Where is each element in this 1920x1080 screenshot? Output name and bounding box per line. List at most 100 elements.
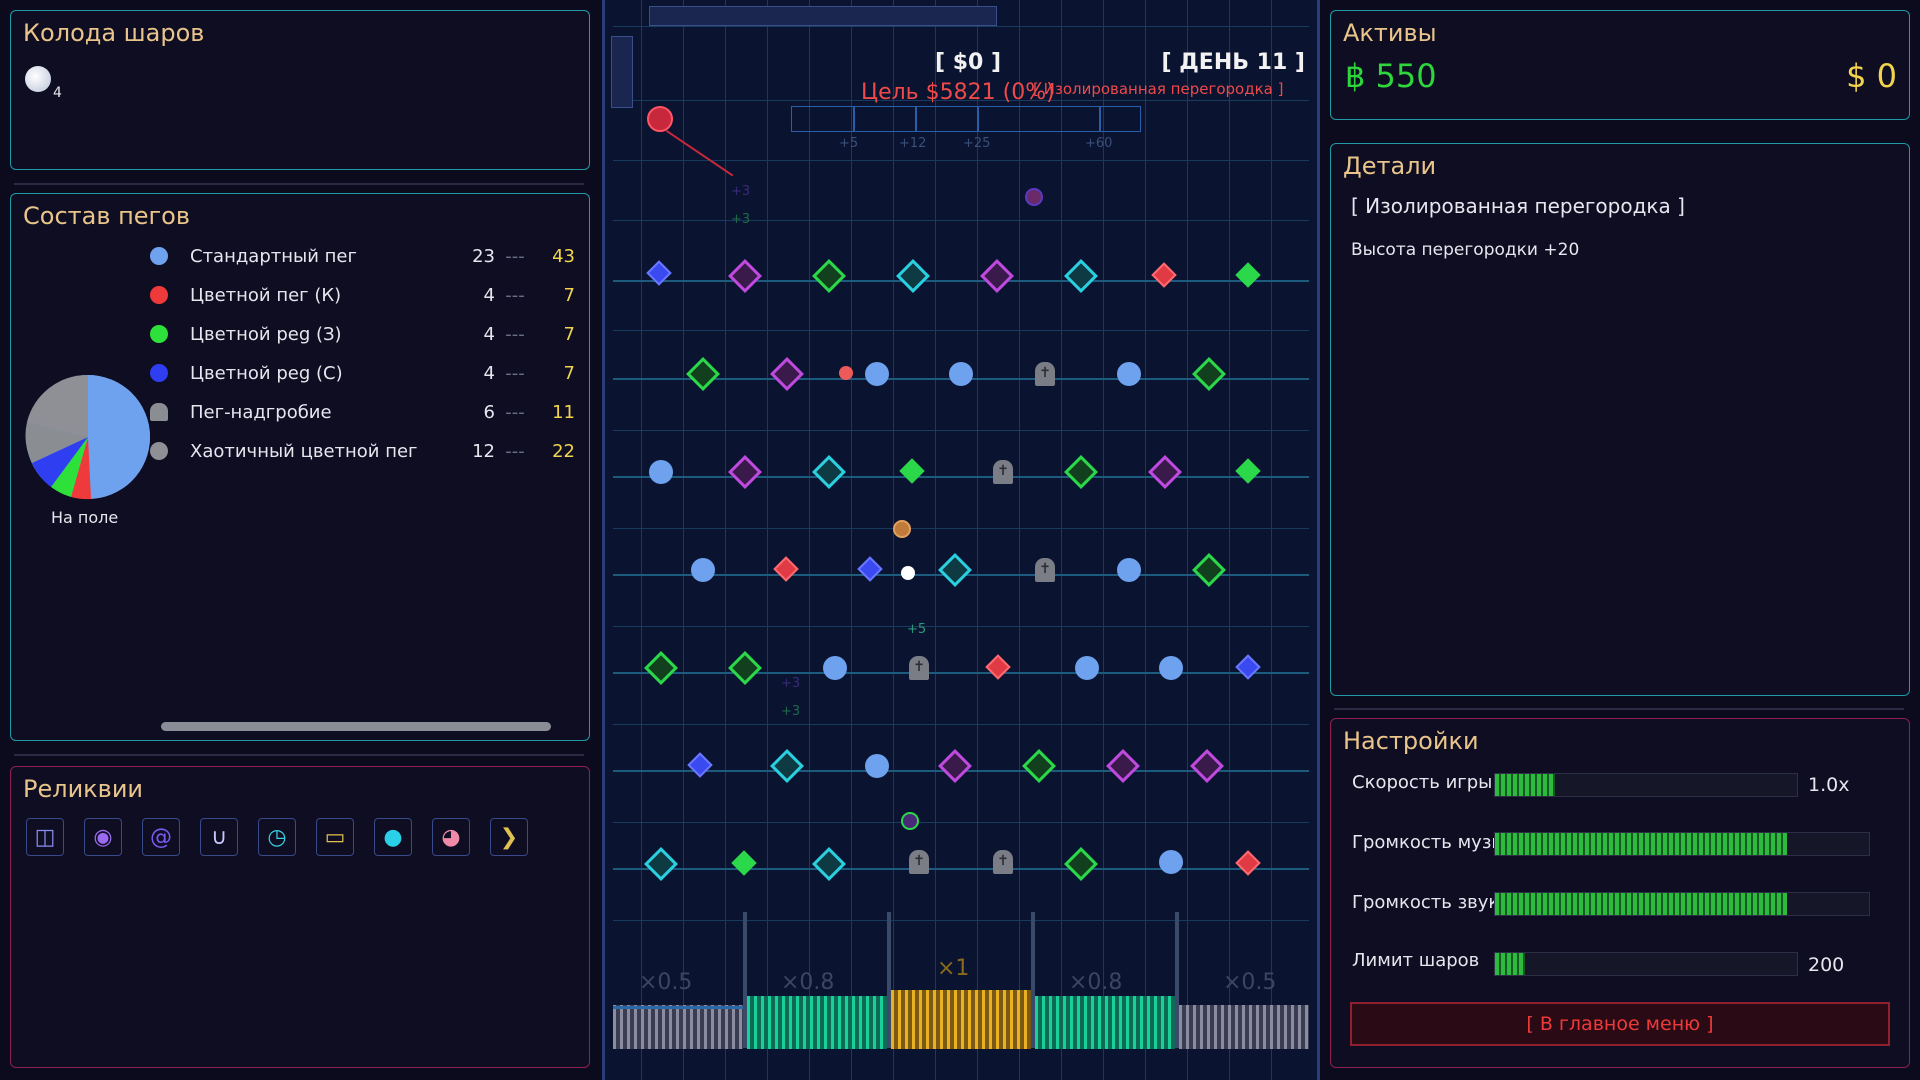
standard-peg xyxy=(1159,656,1183,680)
arrow-relic-icon[interactable]: ❯ xyxy=(490,818,528,856)
legend-name: Пег-надгробие xyxy=(190,401,332,423)
green-peg xyxy=(1064,847,1098,881)
game-speed-slider[interactable] xyxy=(1494,773,1798,797)
green-peg xyxy=(686,357,720,391)
standard-peg xyxy=(865,754,889,778)
cyan-orb-relic-icon[interactable]: ● xyxy=(374,818,412,856)
legend-dash: --- xyxy=(505,440,525,462)
grid-line xyxy=(613,220,1309,221)
grid-line xyxy=(613,672,1309,674)
red-peg-icon xyxy=(150,286,168,304)
sound-volume-slider[interactable] xyxy=(1494,892,1870,916)
legend-count: 12 xyxy=(472,440,495,462)
cyan-peg xyxy=(812,847,846,881)
purple-peg xyxy=(770,357,804,391)
legend-total: 11 xyxy=(552,401,575,423)
bin-fill-green xyxy=(1035,996,1175,1049)
tombstone-peg: ✝ xyxy=(909,850,929,874)
relics-title: Реликвии xyxy=(23,775,144,803)
pig-relic-icon[interactable]: ◕ xyxy=(432,818,470,856)
aim-line xyxy=(665,130,734,177)
legend-row: Пег-надгробие 6 --- 11 xyxy=(150,397,575,427)
bin-fill-left xyxy=(613,1005,743,1049)
purple-peg xyxy=(938,749,972,783)
purple-peg xyxy=(980,259,1014,293)
green-peg xyxy=(644,651,678,685)
rune-relic-icon[interactable]: ◫ xyxy=(26,818,64,856)
spiral-relic-icon[interactable]: @ xyxy=(142,818,180,856)
goal-text: Цель $5821 (0%) xyxy=(861,80,1055,105)
coin-balance: ฿ 550 xyxy=(1345,57,1437,95)
main-menu-button[interactable]: [ В главное меню ] xyxy=(1350,1002,1890,1046)
ball-limit-slider[interactable] xyxy=(1494,952,1798,976)
music-volume-fill xyxy=(1495,833,1787,855)
red-peg xyxy=(1151,262,1177,288)
clock-relic-icon[interactable]: ◷ xyxy=(258,818,296,856)
green-peg xyxy=(1022,749,1056,783)
purple-peg xyxy=(728,455,762,489)
purple-peg xyxy=(1106,749,1140,783)
ball-deck-panel: Колода шаров 4 xyxy=(10,10,590,170)
launcher-icon[interactable] xyxy=(647,106,673,132)
legend-total: 7 xyxy=(563,323,575,345)
legend-total: 7 xyxy=(563,362,575,384)
cyan-peg xyxy=(896,259,930,293)
green-peg xyxy=(731,850,757,876)
music-volume-slider[interactable] xyxy=(1494,832,1870,856)
green-peg xyxy=(1064,455,1098,489)
grid-line xyxy=(613,476,1309,478)
standard-peg xyxy=(1117,362,1141,386)
legend-row: Хаотичный цветной пег 12 --- 22 xyxy=(150,436,575,466)
dark-orb-relic-icon[interactable]: ◉ xyxy=(84,818,122,856)
deck-title: Колода шаров xyxy=(23,19,205,47)
green-peg xyxy=(728,651,762,685)
legend-dash: --- xyxy=(505,401,525,423)
assets-panel: Активы ฿ 550 $ 0 xyxy=(1330,10,1910,120)
legend-total: 7 xyxy=(563,284,575,306)
goal-tick xyxy=(977,106,979,132)
card-relic-icon[interactable]: ▭ xyxy=(316,818,354,856)
dollar-balance: $ 0 xyxy=(1846,57,1897,95)
legend-name: Цветной peg (З) xyxy=(190,323,342,345)
legend-name: Хаотичный цветной пег xyxy=(190,440,418,462)
ball-limit-fill xyxy=(1495,953,1526,975)
goal-tick-label: +60 xyxy=(1085,136,1113,151)
standard-peg-icon xyxy=(150,247,168,265)
float-text: +5 xyxy=(907,622,927,637)
bin-fill-green xyxy=(747,996,887,1049)
ball-icon[interactable] xyxy=(25,66,51,92)
green-peg xyxy=(1235,458,1261,484)
bin-multiplier: ×0.5 xyxy=(639,970,693,995)
scrollbar[interactable] xyxy=(161,722,551,731)
grid-line xyxy=(1061,0,1062,1080)
pie-label: На поле xyxy=(51,508,119,527)
standard-peg xyxy=(1159,850,1183,874)
goal-progress-bar xyxy=(791,106,1141,132)
green-peg xyxy=(1235,262,1261,288)
grid-line xyxy=(1103,0,1104,1080)
legend-count: 6 xyxy=(483,401,495,423)
ball-limit-label: Лимит шаров xyxy=(1352,950,1480,971)
float-text: +3 xyxy=(781,704,801,719)
goal-tick xyxy=(915,106,917,132)
peg-composition-panel: Состав пегов На поле xyxy=(10,193,590,741)
bin-fill-gold xyxy=(891,990,1031,1049)
standard-peg xyxy=(1117,558,1141,582)
sound-volume-label: Громкость звука xyxy=(1352,892,1494,913)
legend-dash: --- xyxy=(505,284,525,306)
cyan-peg xyxy=(812,455,846,489)
launcher-arm xyxy=(611,36,633,108)
game-speed-fill xyxy=(1495,774,1556,796)
grid-line xyxy=(1019,0,1020,1080)
goal-tick xyxy=(853,106,855,132)
chaos-ball xyxy=(901,812,919,830)
magnet-relic-icon[interactable]: ∪ xyxy=(200,818,238,856)
goal-tick-label: +12 xyxy=(899,136,927,151)
game-field[interactable]: [ $0 ] [ ДЕНЬ 11 ] Цель $5821 (0%) [ Изо… xyxy=(602,0,1320,1080)
goal-tick-label: +25 xyxy=(963,136,991,151)
grid-line xyxy=(613,330,1309,331)
blue-peg-icon xyxy=(150,364,168,382)
tombstone-peg: ✝ xyxy=(993,460,1013,484)
cyan-peg xyxy=(770,749,804,783)
float-text: +3 xyxy=(781,676,801,691)
